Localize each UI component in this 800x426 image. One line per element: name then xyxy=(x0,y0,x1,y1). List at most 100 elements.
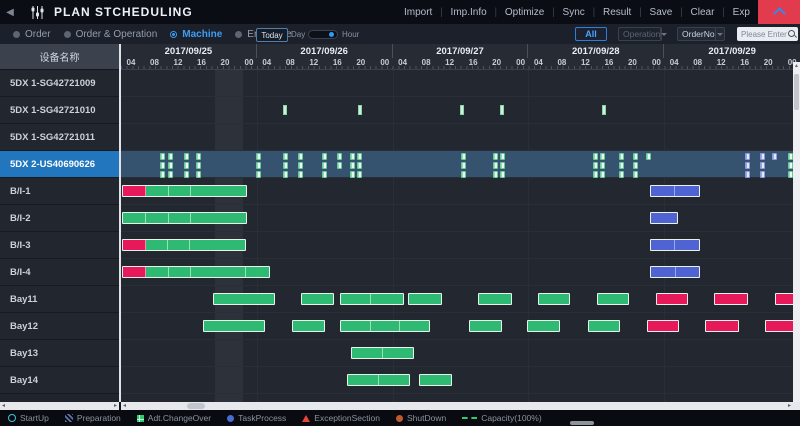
task-block[interactable] xyxy=(500,153,505,160)
task-bar[interactable] xyxy=(340,293,404,305)
task-block[interactable] xyxy=(745,162,750,169)
day-hour-toggle[interactable] xyxy=(308,30,338,39)
task-bar[interactable] xyxy=(469,320,502,332)
task-block[interactable] xyxy=(196,171,201,178)
vertical-scroll-thumb[interactable] xyxy=(794,74,799,110)
scroll-right-arrow-icon[interactable]: ▸ xyxy=(114,402,117,410)
task-block[interactable] xyxy=(593,162,598,169)
device-row-b-i-4[interactable]: B/I-4 xyxy=(0,259,119,286)
task-block[interactable] xyxy=(256,153,261,160)
task-block[interactable] xyxy=(298,162,303,169)
radio-order[interactable]: Order xyxy=(13,29,51,40)
task-block[interactable] xyxy=(350,153,355,160)
task-block[interactable] xyxy=(184,171,189,178)
task-tick[interactable] xyxy=(283,105,287,115)
task-block[interactable] xyxy=(493,171,498,178)
task-bar[interactable] xyxy=(650,239,700,251)
task-bar[interactable] xyxy=(647,320,679,332)
task-block[interactable] xyxy=(168,153,173,160)
menu-imp-info[interactable]: Imp.Info xyxy=(451,7,487,18)
task-bar[interactable] xyxy=(213,293,275,305)
task-block[interactable] xyxy=(619,153,624,160)
menu-save[interactable]: Save xyxy=(650,7,673,18)
task-bar[interactable] xyxy=(347,374,410,386)
task-bar[interactable] xyxy=(650,266,700,278)
scroll-left-arrow-icon[interactable]: ◂ xyxy=(2,402,5,410)
radio-order-operation[interactable]: Order & Operation xyxy=(64,29,158,40)
task-block[interactable] xyxy=(646,153,651,160)
task-bar[interactable] xyxy=(301,293,334,305)
menu-optimize[interactable]: Optimize xyxy=(505,7,544,18)
vertical-scrollbar[interactable]: ▲ xyxy=(793,62,800,402)
task-block[interactable] xyxy=(350,171,355,178)
task-tick[interactable] xyxy=(602,105,606,115)
task-block[interactable] xyxy=(350,162,355,169)
task-bar[interactable] xyxy=(340,320,430,332)
task-bar[interactable] xyxy=(122,239,246,251)
task-block[interactable] xyxy=(593,171,598,178)
task-block[interactable] xyxy=(160,153,165,160)
device-row-b-i-1[interactable]: B/I-1 xyxy=(0,178,119,205)
device-row-bay13[interactable]: Bay13 xyxy=(0,340,119,367)
task-block[interactable] xyxy=(461,162,466,169)
task-block[interactable] xyxy=(745,153,750,160)
task-block[interactable] xyxy=(500,162,505,169)
device-row-5dx-1-sg42721009[interactable]: 5DX 1-SG42721009 xyxy=(0,70,119,97)
menu-result[interactable]: Result xyxy=(603,7,631,18)
scroll-right-arrow-icon[interactable]: ▸ xyxy=(788,402,791,410)
task-block[interactable] xyxy=(298,153,303,160)
task-block[interactable] xyxy=(600,162,605,169)
menu-clear[interactable]: Clear xyxy=(691,7,715,18)
task-bar[interactable] xyxy=(351,347,414,359)
scroll-up-arrow-icon[interactable]: ▲ xyxy=(793,63,800,69)
task-bar[interactable] xyxy=(650,212,678,224)
task-block[interactable] xyxy=(322,162,327,169)
scroll-left-arrow-icon[interactable]: ◂ xyxy=(123,402,126,410)
menu-exp[interactable]: Exp xyxy=(733,7,750,18)
device-row-b-i-2[interactable]: B/I-2 xyxy=(0,205,119,232)
task-block[interactable] xyxy=(493,153,498,160)
task-block[interactable] xyxy=(619,171,624,178)
task-block[interactable] xyxy=(772,153,777,160)
task-block[interactable] xyxy=(337,153,342,160)
task-block[interactable] xyxy=(357,153,362,160)
task-block[interactable] xyxy=(461,171,466,178)
task-tick[interactable] xyxy=(460,105,464,115)
task-block[interactable] xyxy=(337,162,342,169)
radio-machine[interactable]: Machine xyxy=(170,29,222,40)
orderno-select-arrow[interactable] xyxy=(715,28,724,40)
task-block[interactable] xyxy=(760,153,765,160)
task-block[interactable] xyxy=(745,171,750,178)
task-bar[interactable] xyxy=(705,320,739,332)
task-block[interactable] xyxy=(283,171,288,178)
task-block[interactable] xyxy=(256,171,261,178)
task-block[interactable] xyxy=(493,162,498,169)
operation-select-arrow[interactable] xyxy=(660,28,667,40)
device-row-bay14[interactable]: Bay14 xyxy=(0,367,119,394)
task-block[interactable] xyxy=(298,171,303,178)
task-block[interactable] xyxy=(600,153,605,160)
task-block[interactable] xyxy=(619,162,624,169)
orderno-select[interactable]: OrderNo xyxy=(677,27,725,41)
device-row-5dx-2-us40690626[interactable]: 5DX 2-US40690626 xyxy=(0,151,119,178)
device-row-bay11[interactable]: Bay11 xyxy=(0,286,119,313)
task-block[interactable] xyxy=(322,153,327,160)
task-tick[interactable] xyxy=(500,105,504,115)
task-block[interactable] xyxy=(760,162,765,169)
panel-divider[interactable] xyxy=(119,44,121,402)
task-block[interactable] xyxy=(196,153,201,160)
task-bar[interactable] xyxy=(408,293,442,305)
task-block[interactable] xyxy=(357,162,362,169)
task-bar[interactable] xyxy=(527,320,560,332)
task-bar[interactable] xyxy=(588,320,620,332)
task-bar[interactable] xyxy=(122,185,247,197)
task-block[interactable] xyxy=(461,153,466,160)
task-block[interactable] xyxy=(760,171,765,178)
menu-sync[interactable]: Sync xyxy=(563,7,585,18)
search-input[interactable] xyxy=(737,30,787,39)
collapse-button[interactable] xyxy=(758,0,800,24)
task-block[interactable] xyxy=(633,162,638,169)
search-icon[interactable] xyxy=(787,29,797,39)
task-block[interactable] xyxy=(168,162,173,169)
task-bar[interactable] xyxy=(203,320,265,332)
